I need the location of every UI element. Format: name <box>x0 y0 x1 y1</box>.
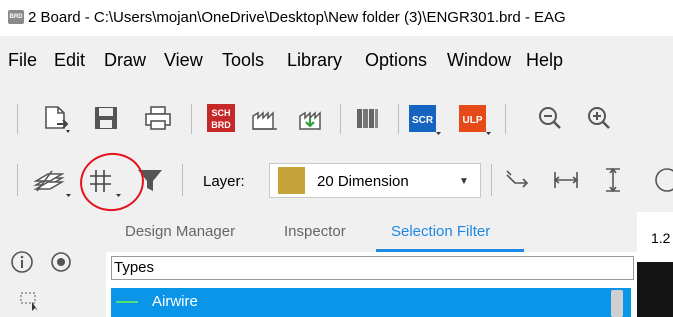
toolbar-divider <box>398 104 399 134</box>
layer-color-swatch <box>278 167 305 194</box>
types-column-header <box>111 256 634 280</box>
menu-draw[interactable]: Draw <box>104 50 146 71</box>
layer-label: Layer: <box>203 173 245 190</box>
open-file-icon[interactable] <box>42 104 72 134</box>
svg-text:BRD: BRD <box>211 120 231 130</box>
coordinate-readout: 1.2 <box>651 230 671 246</box>
tab-inspector[interactable]: Inspector <box>284 223 346 240</box>
toolbar-divider <box>17 104 18 134</box>
info-icon[interactable] <box>10 250 34 274</box>
menu-options[interactable]: Options <box>365 50 427 71</box>
toolbar-divider <box>17 164 18 196</box>
toolbar-divider <box>182 164 183 196</box>
svg-text:SCR: SCR <box>412 115 434 126</box>
tab-design-manager[interactable]: Design Manager <box>125 223 235 240</box>
airwire-icon <box>116 301 138 303</box>
menu-library[interactable]: Library <box>287 50 342 71</box>
menu-help[interactable]: Help <box>526 50 563 71</box>
menu-view[interactable]: View <box>164 50 203 71</box>
tab-selection-filter[interactable]: Selection Filter <box>391 223 490 240</box>
scrollbar-thumb[interactable] <box>611 290 623 317</box>
svg-text:SCH: SCH <box>211 108 230 118</box>
toolbar-divider <box>340 104 341 134</box>
left-tool-column <box>0 212 106 317</box>
show-icon[interactable] <box>48 250 74 274</box>
script-icon[interactable]: SCR <box>408 104 442 136</box>
ulp-icon[interactable]: ULP <box>458 104 492 136</box>
menu-file[interactable]: File <box>8 50 37 71</box>
toolbar-divider <box>505 104 506 134</box>
menu-window[interactable]: Window <box>447 50 511 71</box>
arc-mode-icon[interactable] <box>647 166 673 194</box>
print-icon[interactable] <box>143 104 173 132</box>
types-header-label: Types <box>114 259 155 276</box>
editor-canvas[interactable] <box>637 262 673 317</box>
layer-settings-icon[interactable] <box>32 165 72 199</box>
miter-icon[interactable] <box>502 166 532 194</box>
library-icon[interactable] <box>353 104 381 132</box>
menu-tools[interactable]: Tools <box>222 50 264 71</box>
window-title: 2 Board - C:\Users\mojan\OneDrive\Deskto… <box>28 9 566 26</box>
toolbar-divider <box>491 164 492 196</box>
menu-edit[interactable]: Edit <box>54 50 85 71</box>
sch-brd-switch-icon[interactable]: SCH BRD <box>206 103 236 133</box>
main-toolbar: SCH BRD SCR ULP <box>0 86 673 148</box>
manufacturing-icon[interactable] <box>297 104 327 132</box>
zoom-in-icon[interactable] <box>585 104 613 132</box>
app-icon: BRD <box>8 10 24 24</box>
svg-text:ULP: ULP <box>463 115 483 126</box>
layer-selected-value: 20 Dimension <box>317 173 409 190</box>
zoom-out-icon[interactable] <box>536 104 564 132</box>
cam-processor-icon[interactable] <box>250 104 280 132</box>
horizontal-dimension-icon[interactable] <box>551 166 581 194</box>
group-select-icon[interactable] <box>18 290 40 312</box>
list-item-label: Airwire <box>152 293 198 310</box>
toolbar-divider <box>191 104 192 134</box>
chevron-down-icon: ▼ <box>459 176 469 187</box>
vertical-dimension-icon[interactable] <box>600 166 626 194</box>
save-icon[interactable] <box>92 104 120 132</box>
menu-bar: File Edit Draw View Tools Library Option… <box>0 36 673 86</box>
